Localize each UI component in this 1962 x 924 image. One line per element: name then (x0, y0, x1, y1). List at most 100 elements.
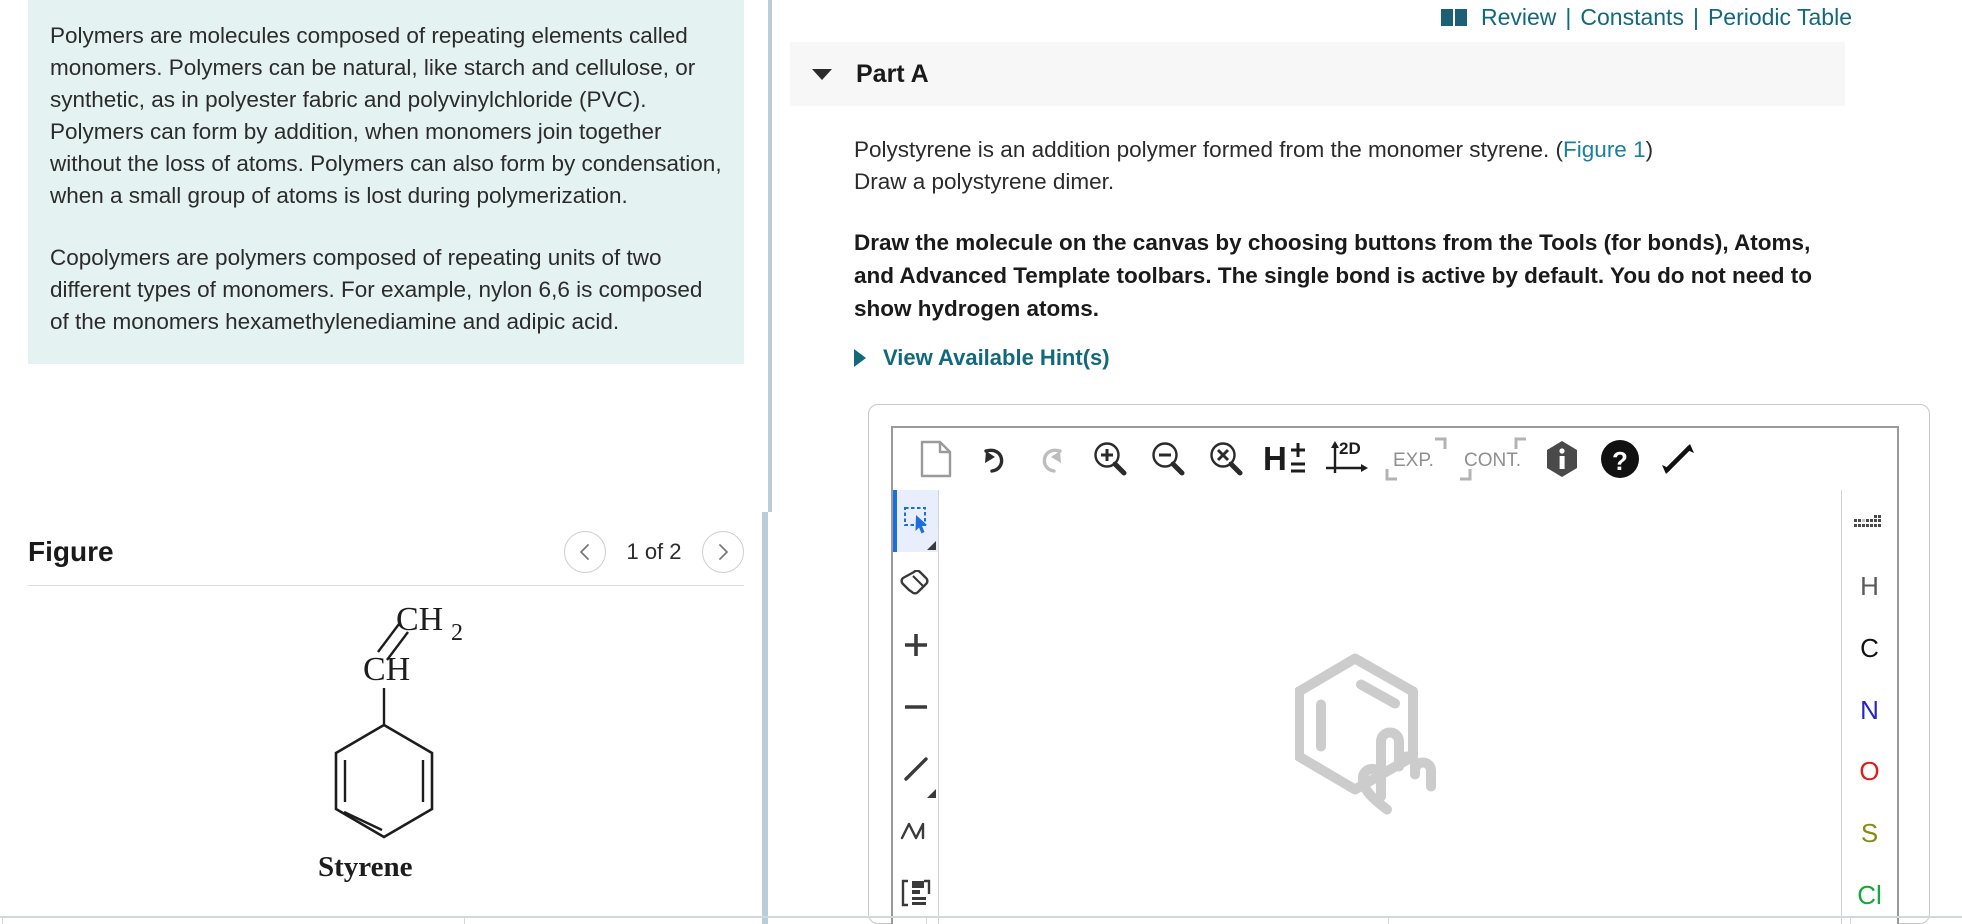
select-tool-button[interactable] (893, 490, 938, 552)
bracket-tool-button[interactable] (893, 862, 938, 924)
ch2-subscript: 2 (451, 620, 463, 646)
question-body: Polystyrene is an addition polymer forme… (854, 134, 1854, 325)
question-instructions: Draw the molecule on the canvas by choos… (854, 230, 1813, 321)
expand-template-icon: EXP. (1385, 437, 1447, 481)
eraser-tool-icon (900, 570, 928, 595)
svg-text:CONT.: CONT. (1464, 450, 1521, 471)
page-bottom-rule (0, 916, 1962, 918)
atoms-palette: H C N O S Cl (1841, 490, 1897, 924)
molecule-name-label: Styrene (318, 851, 413, 883)
contract-template-icon: CONT. (1460, 437, 1526, 481)
tool-expand-corner[interactable] (927, 541, 936, 550)
right-panel: Review | Constants | Periodic Table Part… (772, 0, 1962, 924)
tools-palette (893, 490, 939, 924)
decrease-charge-tool-icon (904, 705, 927, 709)
ch2-label: CH (396, 601, 443, 638)
question-text-b: ) (1645, 137, 1654, 162)
constants-link[interactable]: Constants (1580, 4, 1684, 31)
zoom-reset-button[interactable] (1197, 431, 1255, 487)
figure-title: Figure (28, 535, 114, 567)
select-tool-icon (903, 507, 927, 534)
figure-body: CH 2 CH Styrene (28, 590, 744, 910)
zoom-out-button[interactable] (1139, 431, 1197, 487)
atom-carbon-button[interactable]: C (1842, 617, 1898, 679)
question-text-a: Polystyrene is an addition polymer forme… (854, 137, 1564, 162)
periodic-table-icon[interactable] (1842, 490, 1898, 556)
hydrogen-toggle-icon: H (1263, 440, 1305, 477)
single-bond-tool-icon (903, 757, 928, 781)
figure-1-link[interactable]: Figure 1 (1563, 137, 1646, 162)
molecule-canvas[interactable] (939, 490, 1841, 924)
bond-expand-corner[interactable] (927, 789, 936, 798)
two-d-layout-icon: 2D (1326, 439, 1368, 473)
decrease-charge-tool-button[interactable] (893, 676, 938, 738)
atom-sulfur-button[interactable]: S (1842, 803, 1898, 865)
intro-text-box: Polymers are molecules composed of repea… (28, 0, 744, 364)
zoom-in-button[interactable] (1081, 431, 1139, 487)
part-a-header[interactable]: Part A (790, 42, 1845, 106)
chain-tool-button[interactable] (893, 800, 938, 862)
fullscreen-button[interactable] (1649, 431, 1707, 487)
info-icon (1547, 441, 1577, 477)
book-icon (1440, 6, 1468, 29)
caret-right-icon (854, 349, 866, 367)
eraser-tool-button[interactable] (893, 552, 938, 614)
question-line-1: Polystyrene is an addition polymer forme… (854, 134, 1854, 166)
intro-paragraph-2: Polymers can form by addition, when mono… (50, 119, 722, 208)
figure-prev-button[interactable] (564, 530, 606, 573)
two-d-layout-button[interactable]: 2D (1317, 431, 1379, 487)
periodic-table-grid-icon (1853, 514, 1881, 527)
fullscreen-icon (1662, 444, 1694, 474)
figure-header: Figure 1 of 2 (28, 518, 744, 586)
new-document-button[interactable] (907, 431, 965, 487)
panel-divider-lower (762, 512, 768, 924)
figure-page-indicator: 1 of 2 (626, 538, 682, 564)
redo-button[interactable] (1023, 431, 1081, 487)
view-hints-toggle[interactable]: View Available Hint(s) (854, 345, 1110, 371)
increase-charge-tool-button[interactable] (893, 614, 938, 676)
hexagon-tap-watermark-icon (1294, 647, 1485, 822)
svg-text:2D: 2D (1339, 439, 1361, 458)
intro-paragraph-3: Copolymers are polymers composed of repe… (50, 245, 703, 334)
bottom-tick (926, 918, 927, 924)
atom-oxygen-button[interactable]: O (1842, 741, 1898, 803)
zoom-out-icon (1152, 442, 1185, 476)
undo-icon (984, 448, 1004, 473)
links-separator-2: | (1692, 4, 1699, 30)
ch-label: CH (363, 651, 410, 688)
zoom-in-icon (1094, 442, 1127, 476)
bottom-tick (464, 918, 465, 924)
undo-button[interactable] (965, 431, 1023, 487)
intro-paragraph-1: Polymers are molecules composed of repea… (50, 23, 696, 112)
periodic-table-link[interactable]: Periodic Table (1708, 4, 1852, 31)
styrene-structure-diagram: CH 2 CH Styrene (318, 601, 463, 883)
zoom-reset-icon (1210, 442, 1243, 476)
view-hints-label: View Available Hint(s) (883, 345, 1110, 370)
bottom-tick (1388, 918, 1389, 924)
atom-nitrogen-button[interactable]: N (1842, 679, 1898, 741)
figure-nav: 1 of 2 (564, 530, 744, 573)
question-line-2: Draw a polystyrene dimer. (854, 169, 1115, 194)
caret-down-icon[interactable] (812, 68, 832, 80)
contract-template-button[interactable]: CONT. (1453, 431, 1533, 487)
review-link[interactable]: Review (1481, 4, 1556, 31)
chevron-right-icon (719, 543, 728, 560)
atom-hydrogen-button[interactable]: H (1842, 556, 1898, 618)
help-button[interactable]: ? (1591, 431, 1649, 487)
expand-template-button[interactable]: EXP. (1379, 431, 1453, 487)
hydrogen-toggle-button[interactable]: H (1255, 431, 1317, 487)
drawing-frame: H 2D EXP. CONT. ? H C N O S Cl (891, 426, 1899, 924)
info-button[interactable] (1533, 431, 1591, 487)
new-document-icon (920, 440, 952, 478)
help-icon: ? (1601, 440, 1639, 478)
figure-next-button[interactable] (702, 530, 744, 573)
top-links-bar: Review | Constants | Periodic Table (1440, 4, 1852, 31)
page-root: Polymers are molecules composed of repea… (0, 0, 1962, 924)
part-title: Part A (856, 59, 929, 88)
bracket-tool-icon (901, 879, 930, 907)
chain-tool-icon (900, 822, 924, 840)
left-panel: Polymers are molecules composed of repea… (0, 0, 768, 924)
single-bond-tool-button[interactable] (893, 738, 938, 800)
links-separator-1: | (1565, 4, 1572, 30)
redo-icon (1042, 448, 1062, 473)
